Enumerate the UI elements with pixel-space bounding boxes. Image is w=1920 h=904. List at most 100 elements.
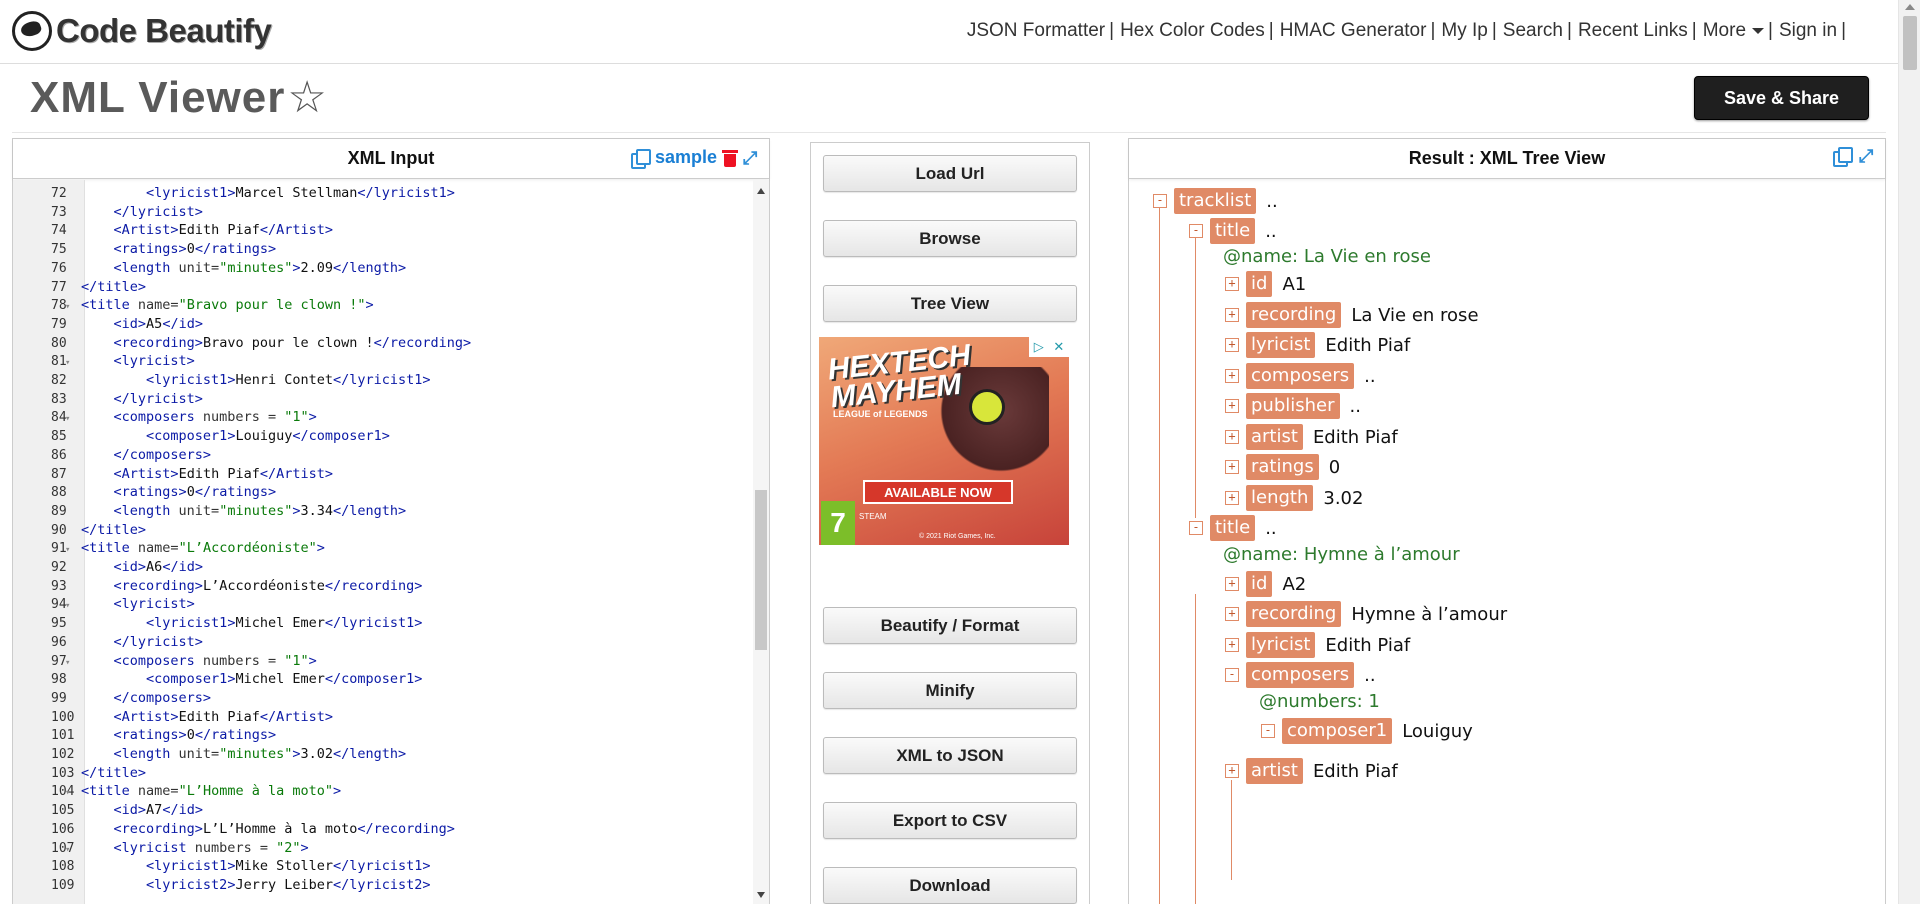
site-logo[interactable]: Code Beautify xyxy=(12,8,272,54)
expand-node-icon[interactable]: + xyxy=(1225,369,1239,383)
code-line: 76 <length unit="minutes">2.09</length> xyxy=(13,259,753,278)
scroll-up-icon[interactable] xyxy=(1905,4,1915,10)
expand-node-icon[interactable]: + xyxy=(1225,607,1239,621)
expand-node-icon[interactable]: + xyxy=(1225,577,1239,591)
nav-link-json-formatter[interactable]: JSON Formatter xyxy=(967,20,1105,42)
line-number: 82 xyxy=(51,373,67,388)
tree-tag-label[interactable]: artist xyxy=(1246,758,1303,784)
code-line: 95 <lyricist1>Michel Emer</lyricist1> xyxy=(13,614,753,633)
collapse-node-icon[interactable]: - xyxy=(1225,668,1239,682)
code-line: 82 <lyricist1>Henri Contet</lyricist1> xyxy=(13,371,753,390)
nav-more-dropdown[interactable]: More xyxy=(1702,20,1765,42)
code-text: </lyricist> xyxy=(113,633,203,650)
line-number: 74 xyxy=(51,223,67,239)
tree-tag-label[interactable]: lyricist xyxy=(1246,332,1316,358)
tree-tag-label[interactable]: composer1 xyxy=(1282,718,1393,744)
scroll-up-icon[interactable] xyxy=(757,188,765,194)
line-number: 90 xyxy=(51,522,67,538)
tree-tag-label[interactable]: recording xyxy=(1246,302,1342,328)
scroll-down-icon[interactable] xyxy=(757,892,765,898)
tree-tag-label[interactable]: ratings xyxy=(1246,454,1319,480)
nav-link-sign-in[interactable]: Sign in xyxy=(1779,20,1837,42)
tree-tag-label[interactable]: title xyxy=(1210,218,1256,244)
code-line: 79 <id>A5</id> xyxy=(13,315,753,334)
load-url-button[interactable]: Load Url xyxy=(823,155,1077,192)
tree-tag-label[interactable]: id xyxy=(1246,271,1273,297)
code-line: 99 </composers> xyxy=(13,689,753,708)
copy-icon[interactable] xyxy=(1833,147,1853,167)
sample-link[interactable]: sample xyxy=(655,147,717,168)
save-share-button[interactable]: Save & Share xyxy=(1694,76,1869,120)
tree-tag-label[interactable]: recording xyxy=(1246,601,1342,627)
expand-icon[interactable]: ⤢ xyxy=(1859,147,1877,165)
ad-choices[interactable]: ▷ ✕ xyxy=(1029,337,1069,357)
tree-tag-label[interactable]: artist xyxy=(1246,424,1303,450)
xml-to-json-button[interactable]: XML to JSON xyxy=(823,737,1077,774)
collapse-node-icon[interactable]: - xyxy=(1153,194,1167,208)
tree-tag-label[interactable]: title xyxy=(1210,515,1256,541)
page-scrollbar[interactable] xyxy=(1898,0,1920,904)
expand-node-icon[interactable]: + xyxy=(1225,638,1239,652)
tree-tag-label[interactable]: lyricist xyxy=(1246,632,1316,658)
tree-node-length: + length 3.02 xyxy=(1225,485,1363,511)
download-button[interactable]: Download xyxy=(823,867,1077,904)
expand-node-icon[interactable]: + xyxy=(1225,338,1239,352)
collapse-node-icon[interactable]: - xyxy=(1189,521,1203,535)
advertisement[interactable]: HEXTECH MAYHEM LEAGUE of LEGENDS AVAILAB… xyxy=(819,337,1069,545)
nav-link-hmac-generator[interactable]: HMAC Generator xyxy=(1280,20,1427,42)
close-icon[interactable]: ✕ xyxy=(1053,339,1064,355)
line-number: 95 xyxy=(51,616,67,632)
ad-subtitle: LEAGUE of LEGENDS xyxy=(833,409,928,419)
code-line: 72 <lyricist1>Marcel Stellman</lyricist1… xyxy=(13,184,753,203)
expand-node-icon[interactable]: + xyxy=(1225,764,1239,778)
star-icon[interactable]: ☆ xyxy=(287,72,327,123)
tree-node-value: .. xyxy=(1265,517,1277,539)
tree-tag-label[interactable]: tracklist xyxy=(1174,188,1257,214)
nav-link-hex-color-codes[interactable]: Hex Color Codes xyxy=(1120,20,1265,42)
nav-more-label: More xyxy=(1702,20,1747,41)
nav-link-recent-links[interactable]: Recent Links xyxy=(1578,20,1688,42)
editor-scrollbar-thumb[interactable] xyxy=(755,490,767,650)
editor-scrollbar[interactable] xyxy=(753,180,769,904)
tree-node-value: Edith Piaf xyxy=(1312,760,1398,782)
tree-node-id: + id A2 xyxy=(1225,571,1306,597)
expand-icon[interactable]: ⤢ xyxy=(743,149,761,167)
tree-tag-label[interactable]: length xyxy=(1246,485,1314,511)
tree-node-value: A1 xyxy=(1282,273,1307,295)
expand-node-icon[interactable]: + xyxy=(1225,430,1239,444)
browse-button[interactable]: Browse xyxy=(823,220,1077,257)
line-number: 76 xyxy=(51,260,67,276)
tree-tag-label[interactable]: composers xyxy=(1246,363,1355,389)
tree-tag-label[interactable]: composers xyxy=(1246,662,1355,688)
brain-logo-icon xyxy=(12,11,52,51)
xml-code-editor[interactable]: 72 <lyricist1>Marcel Stellman</lyricist1… xyxy=(13,180,769,904)
code-line: 109 <lyricist2>Jerry Leiber</lyricist2> xyxy=(13,876,753,895)
line-number: 87 xyxy=(51,466,67,482)
tree-tag-label[interactable]: publisher xyxy=(1246,393,1340,419)
code-line: 90 </title> xyxy=(13,521,753,540)
page-scrollbar-thumb[interactable] xyxy=(1903,16,1917,70)
expand-node-icon[interactable]: + xyxy=(1225,308,1239,322)
tree-tag-label[interactable]: id xyxy=(1246,571,1273,597)
beautify-format-button[interactable]: Beautify / Format xyxy=(823,607,1077,644)
nav-link-search[interactable]: Search xyxy=(1503,20,1563,42)
tree-view-button[interactable]: Tree View xyxy=(823,285,1077,322)
minify-button[interactable]: Minify xyxy=(823,672,1077,709)
code-line: 101 <ratings>0</ratings> xyxy=(13,726,753,745)
expand-node-icon[interactable]: + xyxy=(1225,399,1239,413)
collapse-node-icon[interactable]: - xyxy=(1261,724,1275,738)
collapse-node-icon[interactable]: - xyxy=(1189,224,1203,238)
export-csv-button[interactable]: Export to CSV xyxy=(823,802,1077,839)
expand-node-icon[interactable]: + xyxy=(1225,460,1239,474)
code-text: <length unit="minutes">3.34</length> xyxy=(113,502,407,519)
trash-icon[interactable] xyxy=(722,149,738,167)
expand-node-icon[interactable]: + xyxy=(1225,491,1239,505)
nav-link-my-ip[interactable]: My Ip xyxy=(1441,20,1487,42)
ad-choices-icon[interactable]: ▷ xyxy=(1034,339,1044,355)
tree-node-title: - title.. xyxy=(1189,515,1277,541)
result-header: Result : XML Tree View ⤢ xyxy=(1129,139,1885,179)
code-line: 87 <Artist>Edith Piaf</Artist> xyxy=(13,465,753,484)
expand-node-icon[interactable]: + xyxy=(1225,277,1239,291)
copy-icon[interactable] xyxy=(630,148,651,169)
tree-node-composers: + composers.. xyxy=(1225,363,1376,389)
